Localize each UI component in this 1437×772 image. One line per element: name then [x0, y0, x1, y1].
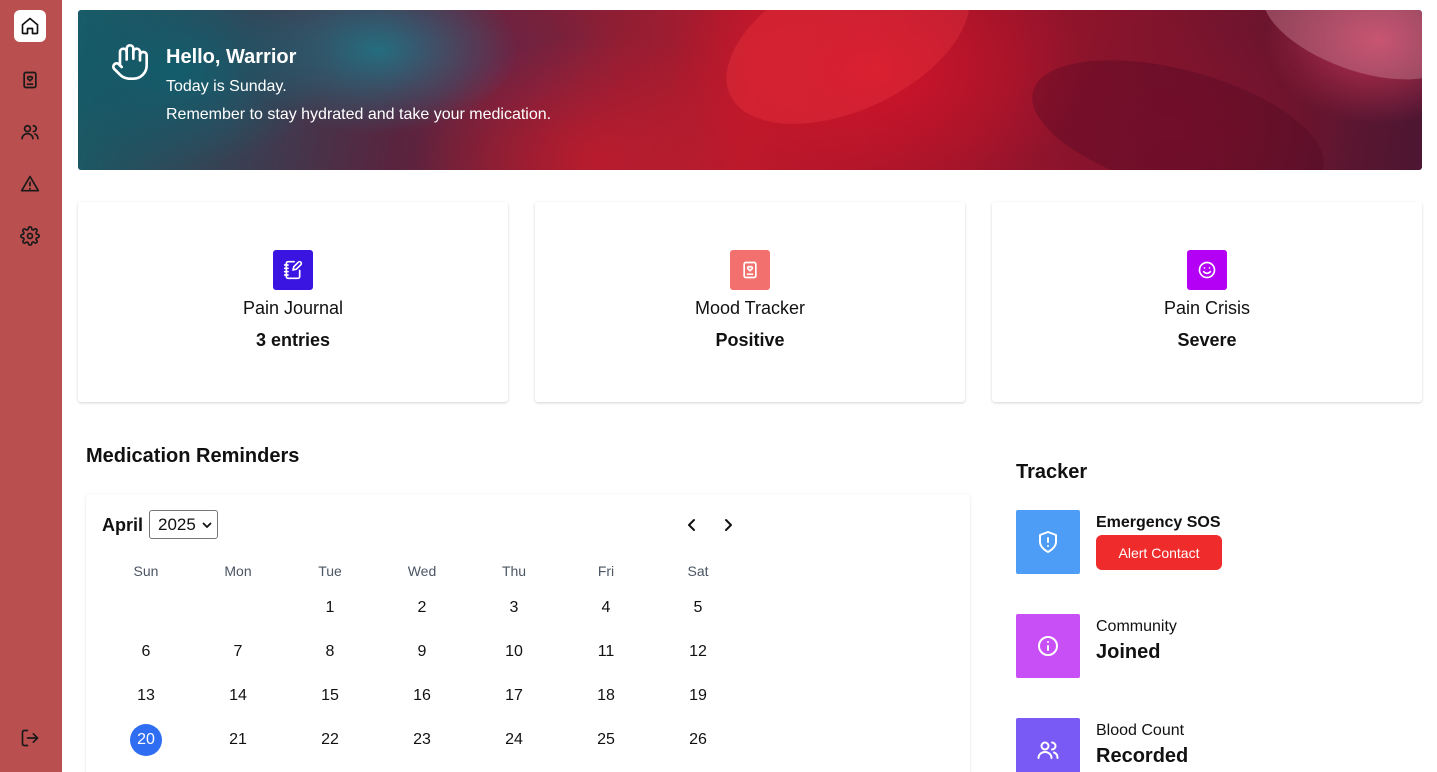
calendar-day[interactable]: 2: [406, 592, 438, 624]
year-select-value: 2025: [158, 514, 196, 534]
tracker-title: Tracker: [1016, 461, 1088, 483]
calendar-day[interactable]: 6: [130, 636, 162, 668]
calendar-day[interactable]: 12: [682, 636, 714, 668]
prev-month-button[interactable]: [681, 514, 703, 536]
blood-count-label: Blood Count: [1096, 722, 1185, 739]
waving-hand-icon: [112, 44, 149, 80]
community-icon-box: [1016, 614, 1080, 678]
calendar-day[interactable]: 3: [498, 592, 530, 624]
notebook-pen-icon: [283, 260, 303, 280]
users-icon: [1037, 741, 1059, 759]
greeting-title: Hello, Warrior: [166, 46, 297, 68]
weekday-label: Sun: [133, 563, 159, 579]
calendar-day[interactable]: 24: [498, 724, 530, 756]
weekday-label: Wed: [407, 563, 437, 579]
weekday-label: Fri: [597, 563, 615, 579]
weekday-label: Sat: [687, 563, 709, 579]
next-month-button[interactable]: [717, 514, 739, 536]
pain-journal-card[interactable]: Pain Journal 3 entries: [78, 202, 508, 402]
card-label: Pain Journal: [242, 298, 344, 318]
chevron-right-icon: [725, 519, 732, 531]
reminder-text: Remember to stay hydrated and take your …: [166, 106, 552, 123]
logout-icon: [21, 729, 39, 747]
calendar-day[interactable]: 25: [590, 724, 622, 756]
calendar-day[interactable]: 1: [314, 592, 346, 624]
mood-tracker-icon-box: [730, 250, 770, 290]
emergency-sos-label: Emergency SOS: [1096, 514, 1221, 531]
card-value: 3 entries: [255, 330, 331, 350]
welcome-banner: Hello, Warrior Today is Sunday. Remember…: [78, 10, 1422, 170]
calendar-day[interactable]: 10: [498, 636, 530, 668]
medication-calendar: April 2025 Sun Mon Tue Wed Thu Fri Sat 1234567…: [86, 494, 970, 772]
logout-button[interactable]: [14, 722, 46, 754]
pain-journal-icon-box: [273, 250, 313, 290]
calendar-day[interactable]: 14: [222, 680, 254, 712]
calendar-day[interactable]: 9: [406, 636, 438, 668]
gear-icon: [20, 226, 40, 246]
calendar-day[interactable]: 17: [498, 680, 530, 712]
sidebar-item-settings[interactable]: [14, 220, 46, 252]
card-label: Mood Tracker: [694, 298, 806, 318]
sidebar-item-crisis[interactable]: [14, 168, 46, 200]
calendar-day[interactable]: 11: [590, 636, 622, 668]
calendar-day-selected[interactable]: 20: [130, 724, 162, 756]
community-label: Community: [1096, 618, 1177, 635]
calendar-day[interactable]: 15: [314, 680, 346, 712]
card-value: Positive: [715, 330, 785, 350]
calendar-day[interactable]: 5: [682, 592, 714, 624]
calendar-day[interactable]: 19: [682, 680, 714, 712]
emergency-sos-icon-box: [1016, 510, 1080, 574]
calendar-day[interactable]: 4: [590, 592, 622, 624]
community-value: Joined: [1096, 641, 1161, 663]
blood-count-icon-box: [1016, 718, 1080, 772]
calendar-day[interactable]: 8: [314, 636, 346, 668]
weekday-label: Thu: [501, 563, 527, 579]
year-select[interactable]: 2025: [149, 510, 218, 539]
smile-icon: [1198, 261, 1216, 279]
weekday-label: Mon: [224, 563, 252, 579]
home-icon: [21, 17, 39, 35]
calendar-day[interactable]: 18: [590, 680, 622, 712]
calendar-day[interactable]: 22: [314, 724, 346, 756]
sidebar-item-community[interactable]: [14, 116, 46, 148]
alert-contact-button[interactable]: Alert Contact: [1096, 535, 1222, 570]
users-icon: [21, 124, 39, 140]
calendar-day[interactable]: 7: [222, 636, 254, 668]
calendar-day[interactable]: 21: [222, 724, 254, 756]
card-value: Severe: [1177, 330, 1237, 350]
chevron-down-icon: [202, 522, 212, 528]
today-text: Today is Sunday.: [166, 78, 287, 95]
sidebar-item-home[interactable]: [14, 10, 46, 42]
mood-book-icon: [743, 261, 757, 279]
calendar-day[interactable]: 16: [406, 680, 438, 712]
chevron-left-icon: [688, 519, 695, 531]
weekday-label: Tue: [318, 563, 342, 579]
sidebar: [0, 0, 62, 772]
pain-crisis-card[interactable]: Pain Crisis Severe: [992, 202, 1422, 402]
card-label: Pain Crisis: [1163, 298, 1251, 318]
info-icon: [1038, 636, 1058, 656]
mood-tracker-card[interactable]: Mood Tracker Positive: [535, 202, 965, 402]
pain-crisis-icon-box: [1187, 250, 1227, 290]
calendar-day[interactable]: 26: [682, 724, 714, 756]
alert-triangle-icon: [20, 175, 40, 192]
shield-alert-icon: [1039, 531, 1057, 553]
medication-reminders-title: Medication Reminders: [86, 445, 300, 467]
blood-count-value: Recorded: [1096, 745, 1189, 767]
sidebar-item-journal[interactable]: [14, 64, 46, 96]
calendar-month: April: [102, 515, 144, 535]
calendar-day[interactable]: 13: [130, 680, 162, 712]
journal-icon: [23, 71, 37, 89]
calendar-day[interactable]: 23: [406, 724, 438, 756]
